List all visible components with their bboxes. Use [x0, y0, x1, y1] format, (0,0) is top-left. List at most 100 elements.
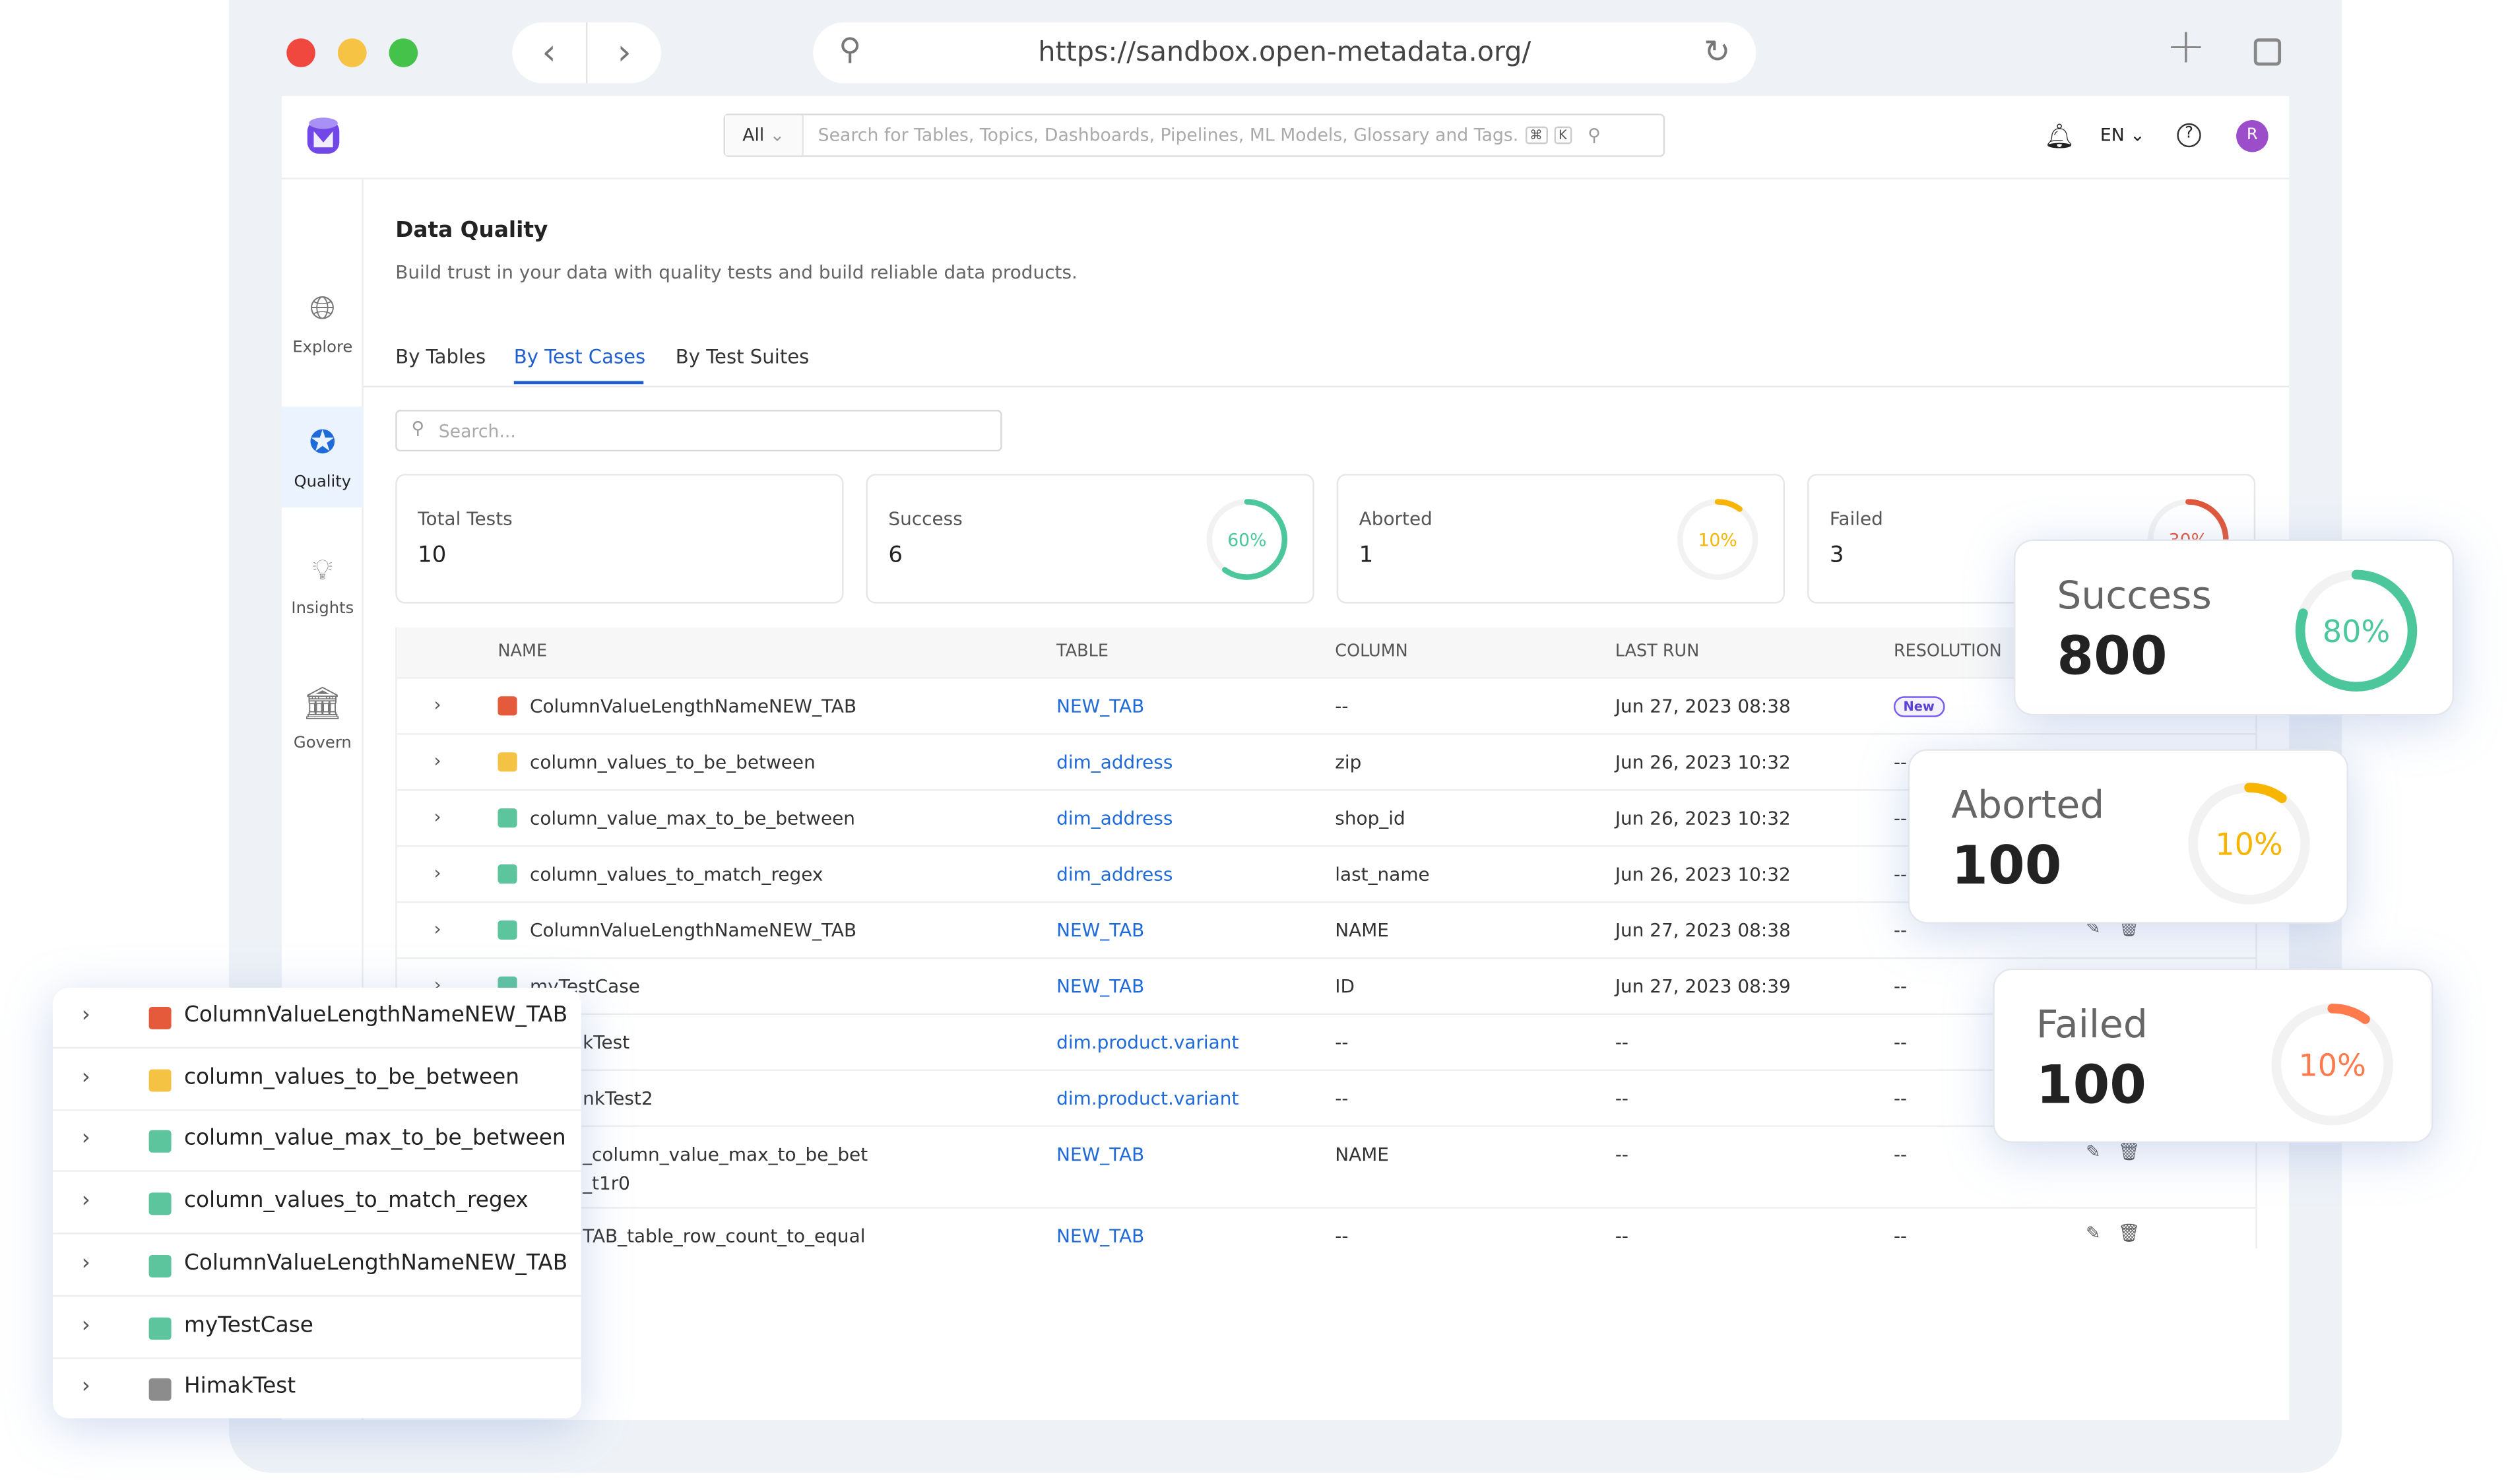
- test-case-name[interactable]: _column_value_max_to_be_bet: [583, 1143, 868, 1165]
- table-row[interactable]: ›nkTest2dim.product.variant------✎🗑︎: [397, 1071, 2256, 1127]
- list-item[interactable]: › HimakTest: [53, 1359, 581, 1420]
- expand-row-icon[interactable]: ›: [82, 1188, 90, 1213]
- column-header-name[interactable]: NAME: [498, 642, 547, 661]
- donut-percent: 10%: [2298, 1047, 2365, 1083]
- bell-icon[interactable]: 🔔︎: [2044, 121, 2075, 150]
- sidebar-item-quality[interactable]: ✪ Quality: [281, 406, 364, 508]
- column-header-resolution[interactable]: RESOLUTION: [1894, 642, 2002, 661]
- table-row[interactable]: ›_column_value_max_to_be_bet_t1r0NEW_TAB…: [397, 1127, 2256, 1209]
- column-header-last-run[interactable]: LAST RUN: [1615, 642, 1699, 661]
- table-link[interactable]: dim_address: [1056, 807, 1173, 829]
- tab-by-test-suites[interactable]: By Test Suites: [676, 346, 810, 368]
- column-header-table[interactable]: TABLE: [1056, 642, 1109, 661]
- last-run: Jun 27, 2023 08:39: [1615, 975, 1791, 998]
- status-indicator: [148, 1254, 172, 1277]
- table-link[interactable]: NEW_TAB: [1056, 1225, 1144, 1247]
- list-item[interactable]: › column_value_max_to_be_between: [53, 1112, 581, 1173]
- list-item[interactable]: › myTestCase: [53, 1297, 581, 1359]
- search-icon: ⚲: [411, 418, 425, 439]
- edit-icon[interactable]: ✎: [2086, 1142, 2100, 1163]
- minimize-window-button[interactable]: [337, 38, 367, 67]
- donut-percent: 10%: [2215, 826, 2282, 862]
- list-item[interactable]: › column_values_to_match_regex: [53, 1173, 581, 1235]
- card-value: 1: [1359, 542, 1374, 569]
- expand-row-icon[interactable]: ›: [434, 749, 441, 771]
- delete-icon[interactable]: 🗑︎: [2118, 1142, 2140, 1163]
- table-link[interactable]: NEW_TAB: [1056, 919, 1144, 942]
- test-case-search-input[interactable]: ⚲ Search...: [395, 410, 1002, 452]
- table-link[interactable]: dim.product.variant: [1056, 1087, 1239, 1109]
- column-name: ID: [1335, 975, 1355, 998]
- table-link[interactable]: NEW_TAB: [1056, 975, 1144, 997]
- global-search-input[interactable]: Search for Tables, Topics, Dashboards, P…: [804, 115, 1663, 156]
- search-scope-select[interactable]: All ⌄: [724, 115, 804, 156]
- expand-row-icon[interactable]: ›: [434, 917, 441, 940]
- table-row[interactable]: ›TAB_table_row_count_to_equalNEW_TAB----…: [397, 1209, 2256, 1249]
- expand-row-icon[interactable]: ›: [434, 861, 441, 884]
- resolution: --: [1893, 1224, 1908, 1247]
- aborted-donut: 10%: [2188, 783, 2310, 905]
- expand-row-icon[interactable]: ›: [82, 1064, 90, 1090]
- test-case-name[interactable]: TAB_table_row_count_to_equal: [583, 1225, 865, 1247]
- help-icon[interactable]: ?: [2177, 123, 2201, 148]
- overlay-test-list: › ColumnValueLengthNameNEW_TAB › column_val…: [53, 987, 581, 1420]
- list-item[interactable]: › ColumnValueLengthNameNEW_TAB: [53, 988, 581, 1049]
- list-item[interactable]: › column_values_to_be_between: [53, 1050, 581, 1111]
- list-item[interactable]: › ColumnValueLengthNameNEW_TAB: [53, 1235, 581, 1297]
- expand-row-icon[interactable]: ›: [82, 1002, 90, 1028]
- language-select[interactable]: EN ⌄: [2100, 125, 2145, 146]
- expand-row-icon[interactable]: ›: [82, 1250, 90, 1275]
- table-row[interactable]: ›kTestdim.product.variant------✎🗑︎: [397, 1015, 2256, 1071]
- table-link[interactable]: dim_address: [1056, 751, 1173, 773]
- new-tab-button[interactable]: +: [2166, 19, 2206, 75]
- tab-by-test-cases[interactable]: By Test Cases: [514, 346, 645, 368]
- expand-row-icon[interactable]: ›: [82, 1312, 90, 1338]
- tabs-overview-icon[interactable]: [2253, 38, 2282, 66]
- test-case-name: column_values_to_match_regex: [183, 1188, 529, 1214]
- overlay-card-success: Success 800 80%: [2013, 539, 2455, 716]
- global-search: All ⌄ Search for Tables, Topics, Dashboa…: [723, 113, 1665, 157]
- card-value: 6: [888, 542, 903, 569]
- table-link[interactable]: dim_address: [1056, 863, 1173, 886]
- openmetadata-logo-icon[interactable]: [306, 115, 340, 157]
- sidebar-item-explore[interactable]: 🌐︎ Explore: [282, 272, 364, 373]
- table-link[interactable]: NEW_TAB: [1056, 695, 1144, 717]
- table-row[interactable]: › ColumnValueLengthNameNEW_TAB NEW_TAB -- Ju…: [397, 679, 2256, 735]
- table-link[interactable]: NEW_TAB: [1056, 1143, 1144, 1165]
- resolution-badge[interactable]: New: [1893, 696, 1945, 717]
- table-row[interactable]: › myTestCase NEW_TAB ID Jun 27, 2023 08:39 --…: [397, 959, 2256, 1016]
- test-case-name[interactable]: kTest: [583, 1031, 629, 1053]
- maximize-window-button[interactable]: [389, 38, 418, 67]
- sidebar-item-insights[interactable]: 💡︎ Insights: [282, 534, 364, 635]
- page-title: Data Quality: [395, 217, 548, 243]
- address-bar[interactable]: ⚲ https://sandbox.open-metadata.org/ ↻: [813, 22, 1756, 84]
- test-case-name[interactable]: ColumnValueLengthNameNEW_TAB: [530, 919, 856, 942]
- card-value: 3: [1829, 542, 1844, 569]
- forward-button[interactable]: ›: [587, 22, 661, 83]
- test-case-name[interactable]: column_values_to_match_regex: [530, 863, 823, 886]
- tab-by-tables[interactable]: By Tables: [395, 346, 486, 368]
- last-run: Jun 27, 2023 08:38: [1615, 919, 1791, 942]
- test-case-name[interactable]: nkTest2: [583, 1087, 653, 1109]
- table-link[interactable]: dim.product.variant: [1056, 1031, 1239, 1053]
- delete-icon[interactable]: 🗑︎: [2118, 1223, 2140, 1244]
- test-case-name[interactable]: column_values_to_be_between: [530, 751, 816, 773]
- close-window-button[interactable]: [286, 38, 315, 67]
- expand-row-icon[interactable]: ›: [82, 1126, 90, 1151]
- back-button[interactable]: ‹: [512, 22, 588, 84]
- test-case-name[interactable]: ColumnValueLengthNameNEW_TAB: [530, 695, 856, 717]
- sidebar-item-govern[interactable]: 🏛︎ Govern: [282, 668, 364, 769]
- sidebar-item-label: Quality: [294, 474, 352, 492]
- resolution: --: [1893, 919, 1908, 942]
- avatar[interactable]: R: [2236, 119, 2269, 152]
- expand-row-icon[interactable]: ›: [82, 1374, 90, 1400]
- edit-icon[interactable]: ✎: [2086, 1223, 2100, 1244]
- reload-icon[interactable]: ↻: [1704, 32, 1731, 71]
- column-header-column[interactable]: COLUMN: [1335, 642, 1407, 661]
- expand-row-icon[interactable]: ›: [434, 805, 441, 827]
- test-case-name: column_values_to_be_between: [183, 1064, 520, 1090]
- expand-row-icon[interactable]: ›: [434, 693, 441, 715]
- test-case-name[interactable]: column_value_max_to_be_between: [530, 807, 855, 829]
- page-subtitle: Build trust in your data with quality te…: [395, 261, 1078, 284]
- donut-percent: 60%: [1227, 530, 1266, 550]
